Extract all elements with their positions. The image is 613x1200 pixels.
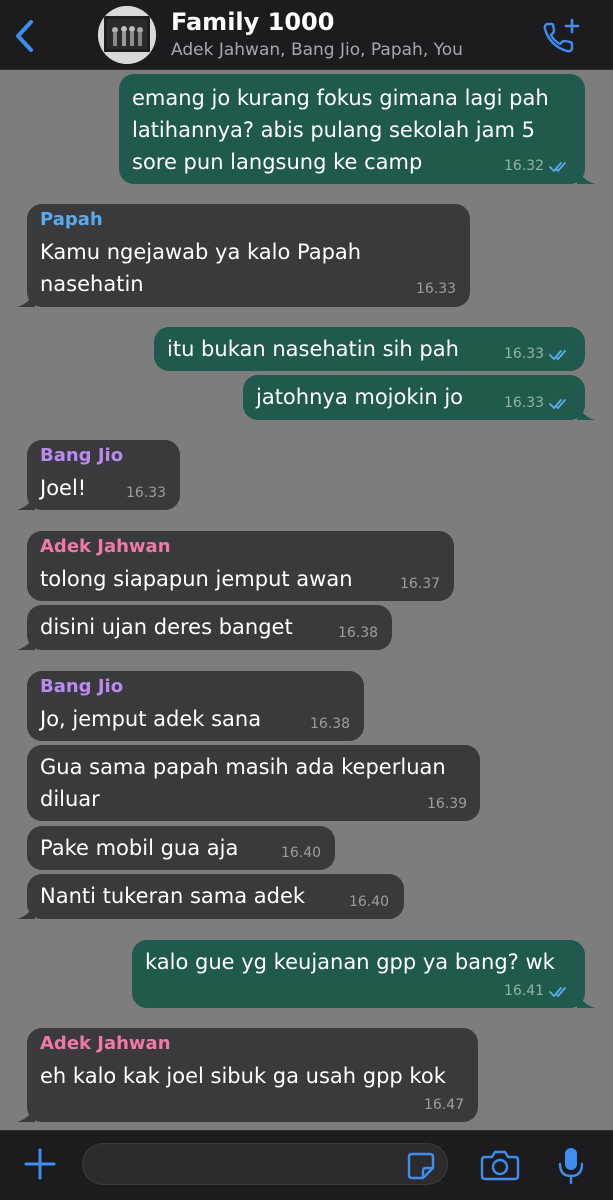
group-avatar[interactable] <box>98 6 156 64</box>
chat-header: Family 1000 Adek Jahwan, Bang Jio, Papah… <box>0 0 613 70</box>
plus-icon[interactable] <box>22 1146 58 1182</box>
message-time: 16.33 <box>416 281 457 297</box>
double-check-icon <box>549 399 566 410</box>
message-time: 16.33 <box>504 346 545 362</box>
message-time: 16.38 <box>338 625 379 641</box>
message-text: kalo gue yg keujanan gpp ya bang? wk <box>145 950 555 974</box>
message-text: emang jo kurang fokus gimana lagi pah la… <box>132 86 549 174</box>
chat-members[interactable]: Adek Jahwan, Bang Jio, Papah, You <box>171 40 463 60</box>
message-time: 16.47 <box>424 1097 465 1113</box>
message-bubble-incoming[interactable]: Pake mobil gua aja 16.40 <box>27 826 335 870</box>
message-text: disini ujan deres banget <box>40 615 293 639</box>
bubble-tail <box>17 492 35 510</box>
composer-bar <box>0 1130 613 1200</box>
chat-title[interactable]: Family 1000 <box>171 8 334 36</box>
message-bubble-outgoing[interactable]: emang jo kurang fokus gimana lagi pah la… <box>119 74 595 184</box>
bubble-tail <box>577 990 595 1008</box>
phone-plus-icon[interactable] <box>540 16 582 56</box>
message-bubble-incoming[interactable]: Adek Jahwan eh kalo kak joel sibuk ga us… <box>17 1028 478 1122</box>
bubble-tail <box>17 289 35 307</box>
double-check-icon <box>549 162 566 173</box>
message-text: Kamu ngejawab ya kalo Papah nasehatin <box>40 240 362 296</box>
message-time: 16.40 <box>349 894 390 910</box>
message-text: eh kalo kak joel sibuk ga usah gpp kok <box>40 1064 446 1088</box>
bubble-tail <box>17 1104 35 1122</box>
message-time: 16.33 <box>504 395 545 411</box>
message-bubble-incoming[interactable]: Papah Kamu ngejawab ya kalo Papah naseha… <box>17 204 470 307</box>
message-text: Nanti tukeran sama adek <box>40 884 306 908</box>
message-input[interactable] <box>82 1143 448 1185</box>
bubble-tail <box>17 632 35 650</box>
message-time: 16.39 <box>427 796 468 812</box>
sender-name[interactable]: Adek Jahwan <box>40 1033 171 1054</box>
mic-icon[interactable] <box>556 1145 586 1185</box>
message-time: 16.33 <box>126 485 167 501</box>
message-time: 16.32 <box>504 158 545 174</box>
message-bubble-incoming[interactable]: Bang Jio Joel! 16.33 <box>17 440 180 510</box>
message-text: itu bukan nasehatin sih pah <box>167 337 459 361</box>
double-check-icon <box>549 987 566 998</box>
message-bubble-incoming[interactable]: Bang Jio Jo, jemput adek sana 16.38 <box>27 671 364 741</box>
message-bubble-incoming[interactable]: disini ujan deres banget 16.38 <box>17 605 392 650</box>
sender-name[interactable]: Bang Jio <box>40 676 123 697</box>
message-bubble-outgoing[interactable]: itu bukan nasehatin sih pah 16.33 <box>154 327 585 371</box>
bubble-tail <box>17 901 35 919</box>
message-text: Jo, jemput adek sana <box>40 707 262 731</box>
sticker-icon[interactable] <box>406 1151 436 1181</box>
message-time: 16.38 <box>310 716 351 732</box>
message-time: 16.40 <box>281 845 322 861</box>
message-text: jatohnya mojokin jo <box>256 385 464 409</box>
chevron-left-icon[interactable] <box>10 16 40 56</box>
message-text: Pake mobil gua aja <box>40 836 239 860</box>
message-text: tolong siapapun jemput awan <box>40 567 353 591</box>
message-bubble-incoming[interactable]: Nanti tukeran sama adek 16.40 <box>17 874 404 919</box>
message-text: Joel! <box>40 476 87 500</box>
sender-name[interactable]: Adek Jahwan <box>40 536 171 557</box>
camera-icon[interactable] <box>480 1149 520 1181</box>
message-bubble-incoming[interactable]: Adek Jahwan tolong siapapun jemput awan … <box>27 531 454 601</box>
message-time: 16.41 <box>504 983 545 999</box>
message-time: 16.37 <box>400 576 441 592</box>
sender-name[interactable]: Papah <box>40 209 103 230</box>
message-text: Gua sama papah masih ada keperluan dilua… <box>40 755 446 811</box>
message-bubble-outgoing[interactable]: kalo gue yg keujanan gpp ya bang? wk 16.… <box>132 940 595 1008</box>
double-check-icon <box>549 350 566 361</box>
message-bubble-incoming[interactable]: Gua sama papah masih ada keperluan dilua… <box>27 745 480 821</box>
message-bubble-outgoing[interactable]: jatohnya mojokin jo 16.33 <box>243 375 595 420</box>
bubble-tail <box>577 166 595 184</box>
sender-name[interactable]: Bang Jio <box>40 445 123 466</box>
bubble-tail <box>577 402 595 420</box>
